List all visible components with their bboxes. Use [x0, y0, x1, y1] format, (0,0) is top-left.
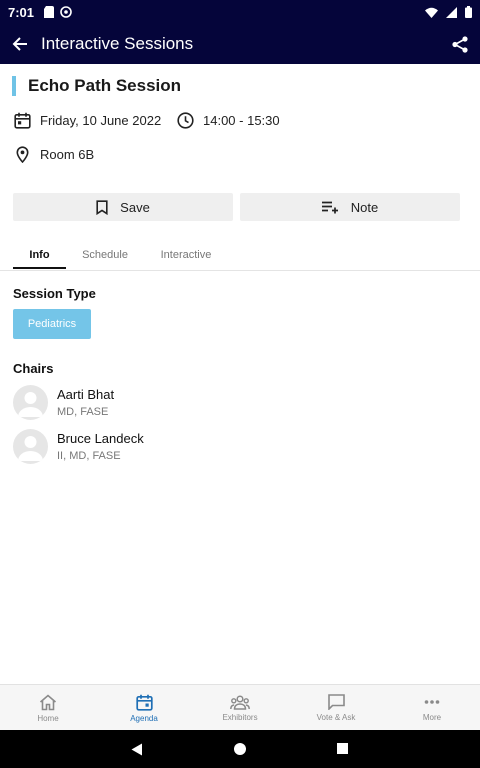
note-label: Note: [350, 199, 379, 215]
app-bar: Interactive Sessions: [0, 24, 480, 64]
location-pin-icon: [16, 146, 29, 163]
back-triangle-icon[interactable]: [131, 743, 143, 756]
chat-icon: [327, 694, 345, 710]
calendar-icon: [14, 112, 31, 129]
back-button[interactable]: [0, 24, 40, 64]
calendar-icon: [135, 694, 153, 711]
nav-home-label: Home: [37, 713, 59, 723]
chair-item[interactable]: Aarti Bhat MD, FASE: [13, 385, 114, 420]
sd-card-icon: [44, 6, 55, 18]
people-icon: [230, 694, 250, 710]
chair-name: Aarti Bhat: [57, 387, 115, 402]
session-title-text: Echo Path Session: [28, 76, 182, 95]
session-time-row: 14:00 - 15:30: [177, 112, 280, 129]
share-icon: [452, 35, 468, 53]
session-title: Echo Path Session: [12, 76, 181, 96]
tab-info[interactable]: Info: [13, 240, 66, 269]
battery-icon: [465, 6, 472, 18]
avatar: [13, 429, 48, 464]
nav-vote-ask-label: Vote & Ask: [316, 713, 356, 722]
arrow-back-icon: [12, 37, 27, 51]
nav-agenda[interactable]: Agenda: [96, 685, 192, 731]
session-room: Room 6B: [40, 147, 95, 162]
wifi-icon: [425, 7, 438, 18]
active-tab-indicator: [13, 267, 66, 269]
session-time: 14:00 - 15:30: [203, 113, 280, 128]
chair-name: Bruce Landeck: [57, 431, 144, 446]
home-icon: [39, 693, 57, 710]
signal-icon: [446, 6, 457, 18]
tab-bar: Info Schedule Interactive: [0, 240, 480, 271]
playlist-add-icon: [321, 201, 338, 213]
home-circle-icon[interactable]: [234, 743, 246, 755]
save-label: Save: [120, 199, 150, 215]
nav-exhibitors[interactable]: Exhibitors: [192, 685, 288, 731]
nav-exhibitors-label: Exhibitors: [222, 712, 258, 722]
note-button[interactable]: Note: [240, 193, 460, 221]
app-bar-title: Interactive Sessions: [41, 34, 194, 53]
bookmark-icon: [96, 199, 108, 215]
share-button[interactable]: [440, 24, 480, 64]
title-accent-bar: [12, 76, 16, 96]
recents-square-icon[interactable]: [337, 743, 348, 754]
avatar: [13, 385, 48, 420]
more-icon: [424, 700, 440, 704]
person-icon: [18, 436, 43, 461]
bottom-navigation: Home Agenda Exhibitors Vote & Ask More: [0, 684, 480, 731]
tab-interactive[interactable]: Interactive: [151, 240, 221, 269]
tab-schedule[interactable]: Schedule: [74, 240, 136, 269]
nav-vote-ask[interactable]: Vote & Ask: [288, 685, 384, 731]
chair-role: II, MD, FASE: [57, 450, 121, 462]
chairs-heading: Chairs: [13, 361, 54, 376]
status-bar: 7:01: [0, 0, 480, 24]
save-button[interactable]: Save: [13, 193, 233, 221]
nav-home[interactable]: Home: [0, 685, 96, 731]
at-sign-icon: [60, 6, 72, 18]
person-icon: [18, 392, 43, 417]
chair-role: MD, FASE: [57, 406, 109, 418]
status-time: 7:01: [8, 4, 35, 20]
nav-more-label: More: [422, 713, 442, 722]
clock-icon: [177, 112, 194, 129]
session-date-row: Friday, 10 June 2022: [14, 112, 161, 129]
session-date: Friday, 10 June 2022: [40, 113, 162, 128]
session-type-heading: Session Type: [13, 286, 96, 301]
nav-agenda-label: Agenda: [130, 713, 158, 723]
session-room-row: Room 6B: [14, 146, 94, 163]
system-navigation-bar: [0, 730, 480, 768]
session-type-chip[interactable]: Pediatrics: [13, 309, 91, 339]
nav-more[interactable]: More: [384, 685, 480, 731]
chair-item[interactable]: Bruce Landeck II, MD, FASE: [13, 429, 144, 464]
